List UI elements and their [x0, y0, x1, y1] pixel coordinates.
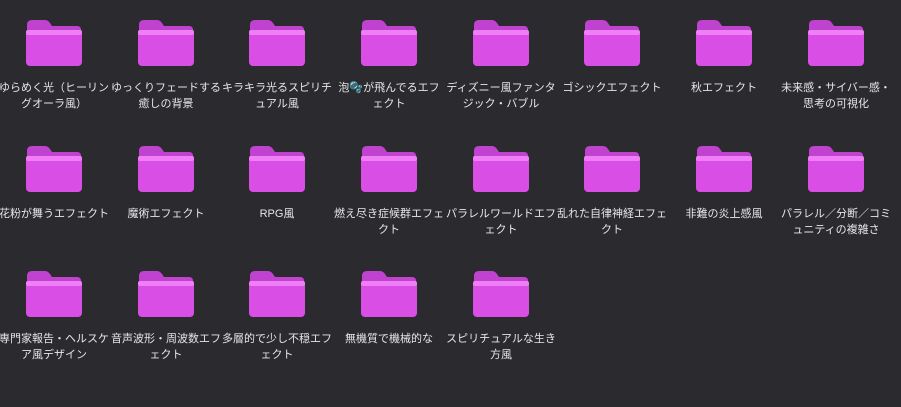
folder-label: RPG風	[259, 208, 295, 220]
folder-icon	[138, 146, 194, 192]
folder-icon	[584, 20, 640, 66]
folder-label: ディズニー風ファンタジック・バブル	[446, 82, 556, 110]
finder-icon-grid: ゆらめく光（ヒーリングオーラ風） ゆっくりフェードする癒しの背景 キラキラ光るスピリ…	[0, 0, 901, 407]
folder-icon	[473, 271, 529, 317]
folder-label: 魔術エフェクト	[127, 208, 205, 220]
folder-item[interactable]: パラレルワールドエフェクト	[445, 145, 557, 238]
folder-icon	[26, 20, 82, 66]
folder-icon	[138, 20, 194, 66]
folder-icon	[361, 146, 417, 192]
folder-item[interactable]: 非難の炎上感風	[668, 145, 780, 222]
folder-label: 多層的で少し不穏エフェクト	[222, 333, 332, 361]
folder-label: スピリチュアルな生き方風	[446, 333, 556, 361]
folder-item[interactable]: パラレル／分断／コミュニティの複雑さ	[780, 145, 892, 238]
folder-icon	[473, 20, 529, 66]
folder-icon	[26, 146, 82, 192]
folder-item[interactable]: 音声波形・周波数エフェクト	[110, 270, 222, 363]
folder-label: ゴシックエフェクト	[562, 82, 662, 94]
folder-item[interactable]: ゴシックエフェクト	[556, 19, 668, 96]
folder-item[interactable]: 専門家報告・ヘルスケア風デザイン	[0, 270, 110, 363]
folder-label: キラキラ光るスピリチュアル風	[222, 82, 332, 110]
folder-label: ゆらめく光（ヒーリングオーラ風）	[0, 82, 109, 110]
folder-label: 乱れた自律神経エフェクト	[557, 208, 667, 236]
folder-item[interactable]: ゆらめく光（ヒーリングオーラ風）	[0, 19, 110, 112]
folder-label: ゆっくりフェードする癒しの背景	[111, 82, 221, 110]
folder-icon	[808, 146, 864, 192]
folder-label: 泡🫧が飛んでるエフェクト	[338, 82, 440, 110]
folder-label: パラレル／分断／コミュニティの複雑さ	[781, 208, 891, 236]
folder-item[interactable]: ディズニー風ファンタジック・バブル	[445, 19, 557, 112]
folder-item[interactable]: 魔術エフェクト	[110, 145, 222, 222]
folder-item[interactable]: 乱れた自律神経エフェクト	[556, 145, 668, 238]
folder-item[interactable]: 未来感・サイバー感・思考の可視化	[780, 19, 892, 112]
folder-item[interactable]: スピリチュアルな生き方風	[445, 270, 557, 363]
folder-icon	[361, 271, 417, 317]
folder-label: 非難の炎上感風	[685, 208, 763, 220]
folder-icon	[696, 20, 752, 66]
folder-label: パラレルワールドエフェクト	[446, 208, 556, 236]
folder-label: 秋エフェクト	[691, 82, 757, 94]
folder-icon	[249, 20, 305, 66]
folder-icon	[361, 20, 417, 66]
folder-item[interactable]: RPG風	[221, 145, 333, 222]
folder-item[interactable]: 花粉が舞うエフェクト	[0, 145, 110, 222]
folder-icon	[696, 146, 752, 192]
folder-item[interactable]: ゆっくりフェードする癒しの背景	[110, 19, 222, 112]
folder-label: 燃え尽き症候群エフェクト	[334, 208, 444, 236]
folder-item[interactable]: 燃え尽き症候群エフェクト	[333, 145, 445, 238]
folder-icon	[473, 146, 529, 192]
folder-label: 無機質で機械的な	[345, 333, 433, 345]
folder-icon	[584, 146, 640, 192]
folder-label: 花粉が舞うエフェクト	[0, 208, 109, 220]
folder-label: 未来感・サイバー感・思考の可視化	[781, 82, 891, 110]
folder-item[interactable]: 無機質で機械的な	[333, 270, 445, 347]
folder-item[interactable]: 秋エフェクト	[668, 19, 780, 96]
folder-icon	[808, 20, 864, 66]
folder-icon	[138, 271, 194, 317]
folder-icon	[249, 271, 305, 317]
folder-item[interactable]: 泡🫧が飛んでるエフェクト	[333, 19, 445, 112]
folder-item[interactable]: 多層的で少し不穏エフェクト	[221, 270, 333, 363]
folder-label: 専門家報告・ヘルスケア風デザイン	[0, 333, 109, 361]
folder-icon	[249, 146, 305, 192]
folder-icon	[26, 271, 82, 317]
folder-item[interactable]: キラキラ光るスピリチュアル風	[221, 19, 333, 112]
folder-label: 音声波形・周波数エフェクト	[111, 333, 221, 361]
